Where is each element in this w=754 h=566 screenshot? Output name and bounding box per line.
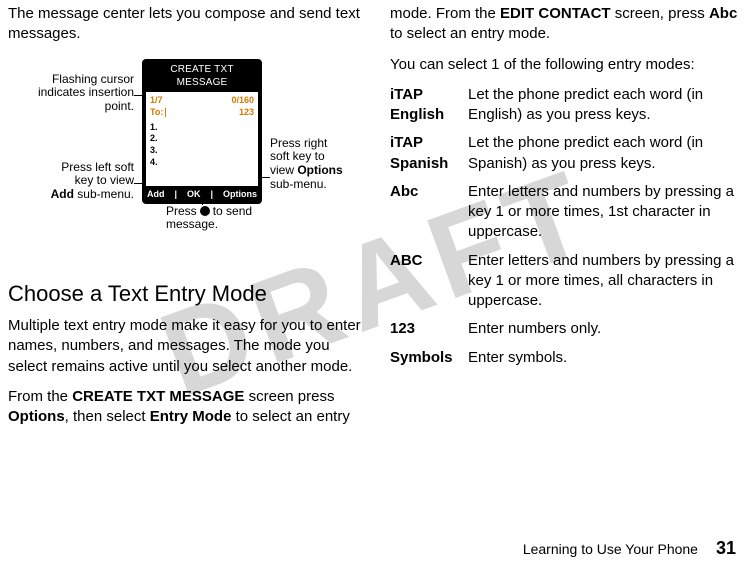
list-item: 3. <box>150 145 254 157</box>
softkey-bar: Add | OK | Options <box>144 186 260 202</box>
txt: , then select <box>65 408 150 425</box>
callout-center: Press to send message. <box>166 205 286 233</box>
page-number: 31 <box>716 536 736 560</box>
list-item: 2. <box>150 133 254 145</box>
mode-label: Abc <box>390 182 458 243</box>
mode-label: Symbols <box>390 348 458 368</box>
txt: sub-menu. <box>270 177 327 191</box>
mode-label: 123 <box>390 319 458 339</box>
callout-rightsoft: Press right soft key to view Options sub… <box>270 137 360 192</box>
options-label: Options <box>297 163 342 177</box>
mode-desc: Enter symbols. <box>468 348 744 368</box>
options-ref: Options <box>8 408 65 425</box>
page-footer: Learning to Use Your Phone 31 <box>0 536 754 560</box>
char-limit: 0/160 <box>231 94 254 106</box>
body-text: From the CREATE TXT MESSAGE screen press… <box>8 387 362 428</box>
footer-title: Learning to Use Your Phone <box>523 540 698 559</box>
softkey-mid: OK <box>187 188 201 200</box>
txt: mode. From the <box>390 5 500 22</box>
txt: message. <box>166 217 218 231</box>
mode-label: iTAP Spanish <box>390 133 458 174</box>
body-text: Multiple text entry mode make it easy fo… <box>8 316 362 377</box>
softkey-right: Options <box>223 188 257 200</box>
softkey-left: Add <box>147 188 165 200</box>
add-label: Add <box>51 187 74 201</box>
txt: to select an entry <box>231 408 349 425</box>
txt: From the <box>8 388 72 405</box>
mode-indicator: 123 <box>239 106 254 118</box>
divider: | <box>174 188 177 200</box>
screen-name: EDIT CONTACT <box>500 5 611 22</box>
txt: to select an entry mode. <box>390 25 550 42</box>
section-heading: Choose a Text Entry Mode <box>8 279 362 309</box>
txt: key to view <box>75 173 134 187</box>
divider: | <box>210 188 213 200</box>
mode-label: iTAP English <box>390 85 458 126</box>
callout-cursor: Flashing cursor indicates insertion poin… <box>8 73 134 114</box>
cursor-icon <box>165 108 166 117</box>
callout-leftsoft: Press left soft key to view Add sub-menu… <box>8 161 134 202</box>
txt: Press right <box>270 136 327 150</box>
phone-title: CREATE TXT MESSAGE <box>144 61 260 92</box>
txt: Press left soft <box>61 160 134 174</box>
mode-desc: Enter letters and numbers by pressing a … <box>468 182 744 243</box>
mode-label: ABC <box>390 251 458 312</box>
entrymode-ref: Entry Mode <box>150 408 232 425</box>
recipient-list: 1. 2. 3. 4. <box>150 122 254 169</box>
mode-desc: Enter letters and numbers by pressing a … <box>468 251 744 312</box>
screen-name: CREATE TXT MESSAGE <box>72 388 244 405</box>
body-text: mode. From the EDIT CONTACT screen, pres… <box>390 4 744 45</box>
list-item: 4. <box>150 157 254 169</box>
to-txt: To: <box>150 107 163 117</box>
to-label: To: <box>150 106 166 118</box>
mode-desc: Let the phone predict each word (in Span… <box>468 133 744 174</box>
phone-diagram: Flashing cursor indicates insertion poin… <box>8 55 362 265</box>
intro-text: The message center lets you compose and … <box>8 4 362 45</box>
txt: Press <box>166 205 197 219</box>
txt: sub-menu. <box>74 187 134 201</box>
txt: to send <box>213 205 252 219</box>
mode-desc: Enter numbers only. <box>468 319 744 339</box>
list-item: 1. <box>150 122 254 134</box>
txt: screen, press <box>611 5 709 22</box>
counter: 1/7 <box>150 94 163 106</box>
txt: view <box>270 163 297 177</box>
abc-ref: Abc <box>709 5 737 22</box>
phone-screen: 1/7 0/160 To: 123 1. 2. 3. 4. <box>146 92 258 186</box>
phone-frame: CREATE TXT MESSAGE 1/7 0/160 To: 123 1. … <box>142 59 262 204</box>
mode-desc: Let the phone predict each word (in Engl… <box>468 85 744 126</box>
entry-modes-table: iTAP English Let the phone predict each … <box>390 85 744 368</box>
txt: screen press <box>244 388 334 405</box>
txt: soft key to <box>270 149 325 163</box>
center-key-icon <box>200 206 210 216</box>
body-text: You can select 1 of the following entry … <box>390 55 744 75</box>
